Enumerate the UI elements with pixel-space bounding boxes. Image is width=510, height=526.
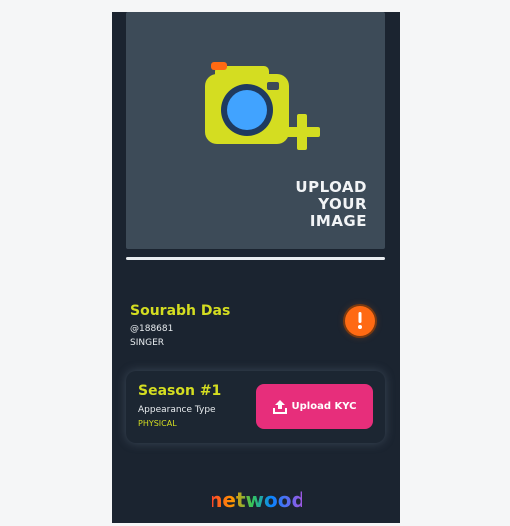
netwood-logo: netwood <box>212 488 302 512</box>
season-title: Season #1 <box>138 383 222 399</box>
profile-id: @188681 <box>130 324 174 334</box>
image-upload-area[interactable]: UPLOAD YOUR IMAGE <box>126 12 385 249</box>
season-card: Season #1 Appearance Type PHYSICAL Uploa… <box>126 371 385 443</box>
upload-kyc-label: Upload KYC <box>291 401 357 412</box>
appearance-type-label: Appearance Type <box>138 405 216 415</box>
upload-icon <box>272 400 287 414</box>
profile-role: SINGER <box>130 338 165 348</box>
upload-your-image-label: UPLOAD YOUR IMAGE <box>295 178 367 230</box>
upload-kyc-button[interactable]: Upload KYC <box>256 384 373 429</box>
appearance-type-value: PHYSICAL <box>138 419 177 428</box>
exclamation-icon <box>358 312 362 329</box>
profile-info: Sourabh Das @188681 SINGER <box>130 303 230 348</box>
divider <box>126 257 385 260</box>
profile-name: Sourabh Das <box>130 303 231 319</box>
alert-button[interactable] <box>345 306 375 336</box>
logo-text: netwood <box>212 488 302 512</box>
camera-add-icon <box>205 62 320 150</box>
app-screen: UPLOAD YOUR IMAGE Sourabh Das @188681 SI… <box>112 12 400 523</box>
